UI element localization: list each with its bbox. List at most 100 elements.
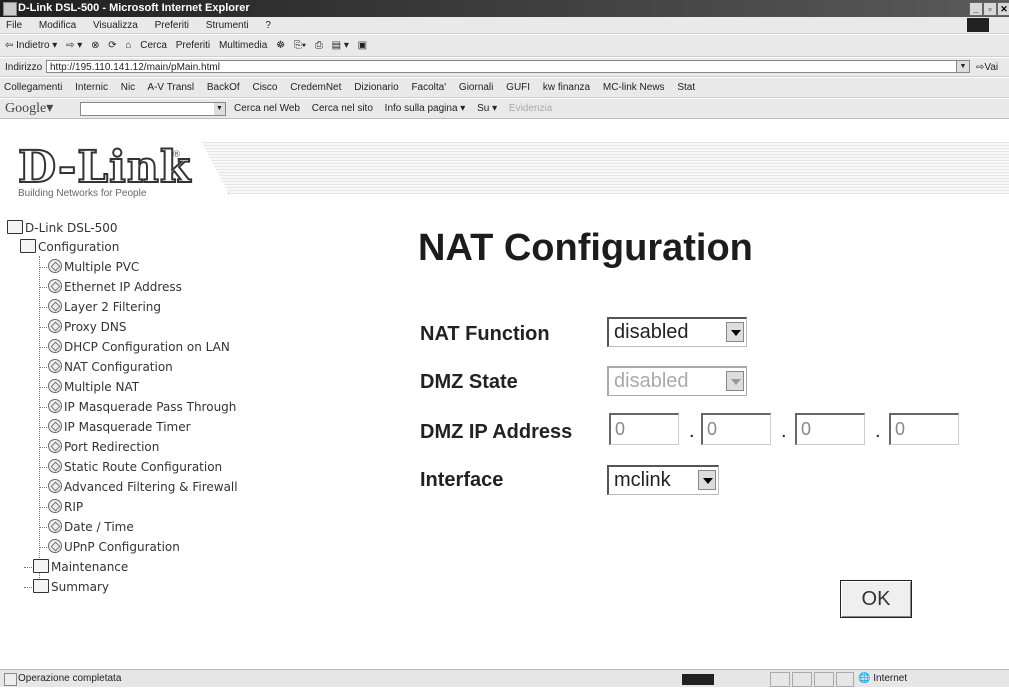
tree-item-firewall[interactable]: Advanced Filtering & Firewall bbox=[39, 477, 238, 497]
search-button[interactable]: Cerca bbox=[140, 40, 167, 51]
address-dropdown-icon[interactable]: ▼ bbox=[956, 61, 969, 72]
page-icon bbox=[48, 319, 62, 333]
interface-select[interactable]: mclink bbox=[607, 465, 719, 495]
page-icon bbox=[48, 259, 62, 273]
tree-item-rip[interactable]: RIP bbox=[39, 497, 83, 517]
internet-zone: 🌐 Internet bbox=[858, 673, 908, 684]
address-input[interactable]: http://195.110.141.12/main/pMain.html bbox=[46, 60, 970, 73]
page-icon bbox=[48, 359, 62, 373]
tree-configuration[interactable]: Configuration bbox=[20, 237, 119, 257]
link-gufi[interactable]: GUFI bbox=[506, 82, 530, 93]
tree-item-label: Ethernet IP Address bbox=[64, 280, 182, 294]
stop-button[interactable]: ⊗ bbox=[91, 40, 99, 51]
link-internic[interactable]: Internic bbox=[75, 82, 108, 93]
page-icon bbox=[48, 439, 62, 453]
link-credemnet[interactable]: CredemNet bbox=[290, 82, 341, 93]
page-icon bbox=[48, 519, 62, 533]
tree-item-label: IP Masquerade Timer bbox=[64, 420, 191, 434]
menu-preferiti[interactable]: Preferiti bbox=[155, 20, 189, 31]
tree-maintenance[interactable]: Maintenance bbox=[24, 557, 128, 577]
progress-indicator bbox=[682, 674, 714, 685]
up-button[interactable]: Su ▾ bbox=[477, 103, 497, 114]
menu-modifica[interactable]: Modifica bbox=[39, 20, 76, 31]
page-icon bbox=[48, 279, 62, 293]
link-kw-finanza[interactable]: kw finanza bbox=[543, 82, 590, 93]
tree-item-ethernet-ip[interactable]: Ethernet IP Address bbox=[39, 277, 182, 297]
tree-item-multiple-nat[interactable]: Multiple NAT bbox=[39, 377, 139, 397]
tree-item-ip-masq-timer[interactable]: IP Masquerade Timer bbox=[39, 417, 191, 437]
status-pane bbox=[792, 672, 812, 687]
address-label: Indirizzo bbox=[5, 62, 43, 73]
tree-summary[interactable]: Summary bbox=[24, 577, 109, 597]
tree-item-layer2-filtering[interactable]: Layer 2 Filtering bbox=[39, 297, 161, 317]
go-button[interactable]: ⇨Vai bbox=[976, 58, 998, 77]
search-web-button[interactable]: Cerca nel Web bbox=[234, 103, 300, 114]
tree-item-dhcp[interactable]: DHCP Configuration on LAN bbox=[39, 337, 230, 357]
close-button[interactable]: ✕ bbox=[997, 2, 1009, 16]
link-facolta[interactable]: Facolta' bbox=[411, 82, 446, 93]
favorites-button[interactable]: Preferiti bbox=[176, 40, 210, 51]
link-backof[interactable]: BackOf bbox=[207, 82, 240, 93]
link-av-transl[interactable]: A-V Transl bbox=[147, 82, 194, 93]
menu-visualizza[interactable]: Visualizza bbox=[93, 20, 138, 31]
page-icon bbox=[48, 379, 62, 393]
tree-item-proxy-dns[interactable]: Proxy DNS bbox=[39, 317, 127, 337]
discuss-button[interactable]: ▣ bbox=[358, 40, 367, 51]
folder-open-icon bbox=[20, 239, 36, 253]
tree-item-port-redirection[interactable]: Port Redirection bbox=[39, 437, 159, 457]
ip-separator: . bbox=[689, 420, 695, 442]
page-icon bbox=[48, 339, 62, 353]
mail-button[interactable]: ⎘▾ bbox=[294, 40, 306, 51]
link-nic[interactable]: Nic bbox=[121, 82, 135, 93]
home-button[interactable]: ⌂ bbox=[125, 40, 131, 51]
tree-item-static-route[interactable]: Static Route Configuration bbox=[39, 457, 222, 477]
window-titlebar: D-Link DSL-500 - Microsoft Internet Expl… bbox=[0, 0, 1009, 17]
link-mc-link-news[interactable]: MC-link News bbox=[603, 82, 665, 93]
link-giornali[interactable]: Giornali bbox=[459, 82, 493, 93]
status-text: Operazione completata bbox=[18, 673, 122, 684]
dropdown-arrow-icon[interactable] bbox=[726, 322, 744, 342]
go-label: Vai bbox=[984, 62, 999, 73]
tree-root[interactable]: D-Link DSL-500 bbox=[7, 218, 118, 238]
menu-file[interactable]: File bbox=[6, 20, 22, 31]
minimize-button[interactable]: _ bbox=[969, 2, 983, 16]
refresh-button[interactable]: ⟳ bbox=[108, 40, 116, 51]
link-cisco[interactable]: Cisco bbox=[252, 82, 277, 93]
menu-bar: File Modifica Visualizza Preferiti Strum… bbox=[0, 17, 1009, 34]
forward-button[interactable]: ⇨ ▾ bbox=[66, 40, 82, 51]
media-button[interactable]: Multimedia bbox=[219, 40, 267, 51]
menu-help[interactable]: ? bbox=[265, 20, 271, 31]
google-logo[interactable]: Google▾ bbox=[5, 99, 53, 119]
tree-item-label: Static Route Configuration bbox=[64, 460, 223, 474]
page-info-button[interactable]: Info sulla pagina ▾ bbox=[385, 103, 466, 114]
edit-button[interactable]: ▤ ▾ bbox=[332, 40, 349, 51]
search-site-button[interactable]: Cerca nel sito bbox=[312, 103, 373, 114]
history-button[interactable]: ☸ bbox=[276, 40, 285, 51]
status-bar: Operazione completata 🌐 Internet bbox=[0, 669, 1009, 687]
maximize-button[interactable]: ▫ bbox=[983, 2, 997, 16]
ie-icon bbox=[3, 2, 17, 16]
google-dropdown-icon[interactable]: ▼ bbox=[214, 103, 225, 115]
tree-item-date-time[interactable]: Date / Time bbox=[39, 517, 134, 537]
nat-function-select[interactable]: disabled bbox=[607, 317, 747, 347]
link-dizionario[interactable]: Dizionario bbox=[354, 82, 398, 93]
print-button[interactable]: ⎙ bbox=[315, 40, 323, 51]
dropdown-arrow-icon[interactable] bbox=[698, 470, 716, 490]
dmz-ip-octet-1[interactable]: 0 bbox=[609, 413, 679, 445]
menu-strumenti[interactable]: Strumenti bbox=[206, 20, 249, 31]
tree-item-label: Port Redirection bbox=[64, 440, 160, 454]
tree-item-nat-config[interactable]: NAT Configuration bbox=[39, 357, 173, 377]
dmz-ip-octet-3[interactable]: 0 bbox=[795, 413, 865, 445]
tree-item-upnp[interactable]: UPnP Configuration bbox=[39, 537, 180, 557]
google-search-input[interactable] bbox=[80, 102, 226, 116]
tree-item-ip-masq-pass[interactable]: IP Masquerade Pass Through bbox=[39, 397, 236, 417]
link-stat[interactable]: Stat bbox=[677, 82, 695, 93]
page-icon bbox=[48, 419, 62, 433]
dmz-ip-octet-2[interactable]: 0 bbox=[701, 413, 771, 445]
tree-item-multiple-pvc[interactable]: Multiple PVC bbox=[39, 257, 139, 277]
dmz-ip-octet-4[interactable]: 0 bbox=[889, 413, 959, 445]
back-button[interactable]: ⇦ Indietro ▾ bbox=[5, 40, 57, 51]
tree-item-label: UPnP Configuration bbox=[64, 540, 180, 554]
tree-item-label: Multiple PVC bbox=[64, 260, 140, 274]
ok-button[interactable]: OK bbox=[840, 580, 912, 618]
